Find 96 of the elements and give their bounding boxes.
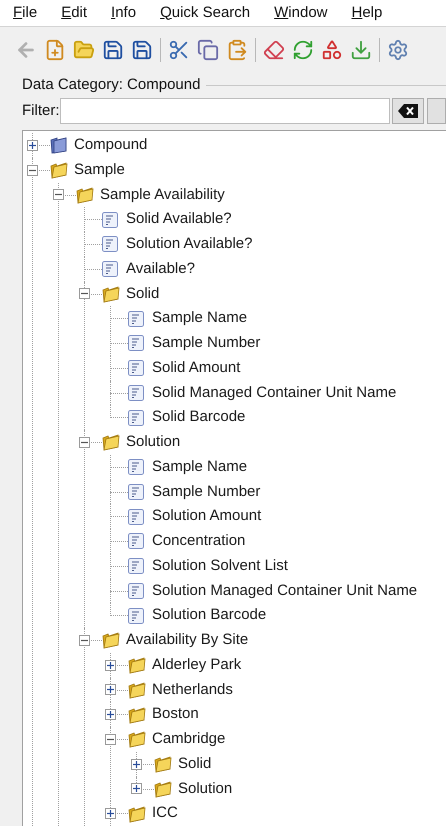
plus-icon <box>107 810 114 818</box>
eraser-icon[interactable] <box>263 39 285 62</box>
tree-item[interactable]: Alderley Park <box>152 654 242 676</box>
plus-icon <box>133 785 140 792</box>
field-icon <box>127 606 145 625</box>
collapse-toggle[interactable] <box>105 734 116 745</box>
shapes-icon[interactable] <box>321 39 343 62</box>
tree-item[interactable]: Solution Amount <box>152 505 262 528</box>
field-icon <box>101 210 119 229</box>
expand-toggle[interactable] <box>131 783 142 794</box>
folder-icon <box>127 680 147 699</box>
plus-icon <box>107 662 114 669</box>
folder-icon <box>153 780 173 798</box>
settings-icon[interactable] <box>387 39 409 62</box>
folder-icon <box>101 631 121 650</box>
field-icon <box>101 235 119 254</box>
tree-item[interactable]: Solution Barcode <box>152 604 266 627</box>
folder-icon <box>49 161 69 180</box>
expand-toggle[interactable] <box>105 709 116 720</box>
refresh-icon[interactable] <box>292 39 314 62</box>
plus-icon <box>107 711 114 718</box>
download-icon[interactable] <box>350 39 372 62</box>
tree-item[interactable]: Solid Available? <box>126 208 232 231</box>
expand-toggle[interactable] <box>105 808 116 820</box>
menu-item[interactable]: Help <box>352 2 382 24</box>
tree-item[interactable]: Solution Available? <box>126 233 252 256</box>
tree-item[interactable]: Sample Number <box>152 480 260 504</box>
tree-item[interactable]: Sample Availability <box>100 184 225 206</box>
copy-icon[interactable] <box>197 39 219 62</box>
field-icon <box>127 482 145 501</box>
folder-icon <box>127 656 147 674</box>
tree-item[interactable]: Solution <box>126 431 180 454</box>
collapse-toggle[interactable] <box>79 436 90 448</box>
field-icon <box>127 408 145 427</box>
filter-field[interactable] <box>60 98 390 124</box>
tree-item[interactable]: Compound <box>74 134 148 157</box>
field-icon <box>127 334 145 352</box>
folder-icon <box>101 433 121 452</box>
save-as-icon[interactable] <box>131 39 153 62</box>
menu-item[interactable]: Quick Search <box>160 2 250 24</box>
expand-toggle[interactable] <box>105 660 116 671</box>
field-icon <box>101 260 119 278</box>
tree-item[interactable]: Sample <box>74 158 125 182</box>
folder-icon <box>127 706 147 724</box>
folder-icon <box>75 186 95 204</box>
expand-toggle[interactable] <box>131 758 142 770</box>
field-icon <box>127 458 145 476</box>
menu-item[interactable]: File <box>13 2 38 24</box>
folder-icon <box>127 730 147 748</box>
tree-item[interactable]: Cambridge <box>152 728 226 751</box>
folder-icon <box>153 755 173 774</box>
field-icon <box>127 310 145 328</box>
tree-item[interactable]: Solution Solvent List <box>152 554 288 578</box>
backspace-icon <box>398 104 418 118</box>
plus-icon <box>29 142 36 149</box>
tree-item[interactable]: Solid <box>126 282 160 306</box>
tree-item[interactable]: Availability By Site <box>126 629 248 652</box>
tree-item[interactable]: Solution <box>178 778 232 800</box>
field-icon <box>127 508 145 526</box>
tree-item[interactable]: Solid Barcode <box>152 406 246 429</box>
menu-item[interactable]: Window <box>274 2 328 24</box>
expand-toggle[interactable] <box>105 684 116 696</box>
tree-item[interactable]: Solid Amount <box>152 356 240 380</box>
group-title: Data Category: Compound <box>22 74 200 95</box>
tree-item[interactable]: Solid <box>178 752 212 776</box>
folder-icon <box>101 284 121 303</box>
folder-icon <box>49 136 69 154</box>
tree-item[interactable]: Solution Managed Container Unit Name <box>152 580 418 602</box>
tree-item[interactable]: Concentration <box>152 530 246 553</box>
tree-item[interactable]: Available? <box>126 258 195 280</box>
menu-item[interactable]: Info <box>111 2 136 24</box>
plus-icon <box>107 686 114 694</box>
plus-icon <box>133 760 140 768</box>
filter-label: Filter: <box>22 100 60 121</box>
tree-item[interactable]: Sample Name <box>152 456 248 478</box>
clear-filter-button[interactable] <box>392 98 424 124</box>
tree-item[interactable]: Boston <box>152 703 199 726</box>
tree-item[interactable]: Solid Managed Container Unit Name <box>152 382 396 404</box>
tree-item[interactable]: ICC <box>152 802 178 825</box>
save-icon[interactable] <box>102 39 124 62</box>
collapse-toggle[interactable] <box>53 189 64 200</box>
folder-icon <box>127 804 147 823</box>
tree-item[interactable]: Sample Name <box>152 307 248 330</box>
menu-item[interactable]: Edit <box>61 2 88 24</box>
field-icon <box>127 582 145 600</box>
tree-item[interactable]: Netherlands <box>152 678 233 702</box>
expand-toggle[interactable] <box>27 140 38 151</box>
tree-item[interactable]: Sample Number <box>152 332 260 355</box>
field-icon <box>127 384 145 402</box>
collapse-toggle[interactable] <box>79 288 90 300</box>
collapse-toggle[interactable] <box>27 164 38 176</box>
field-icon <box>127 359 145 378</box>
field-icon <box>127 557 145 576</box>
field-icon <box>127 532 145 550</box>
cut-icon[interactable] <box>168 39 190 62</box>
collapse-toggle[interactable] <box>79 634 90 646</box>
